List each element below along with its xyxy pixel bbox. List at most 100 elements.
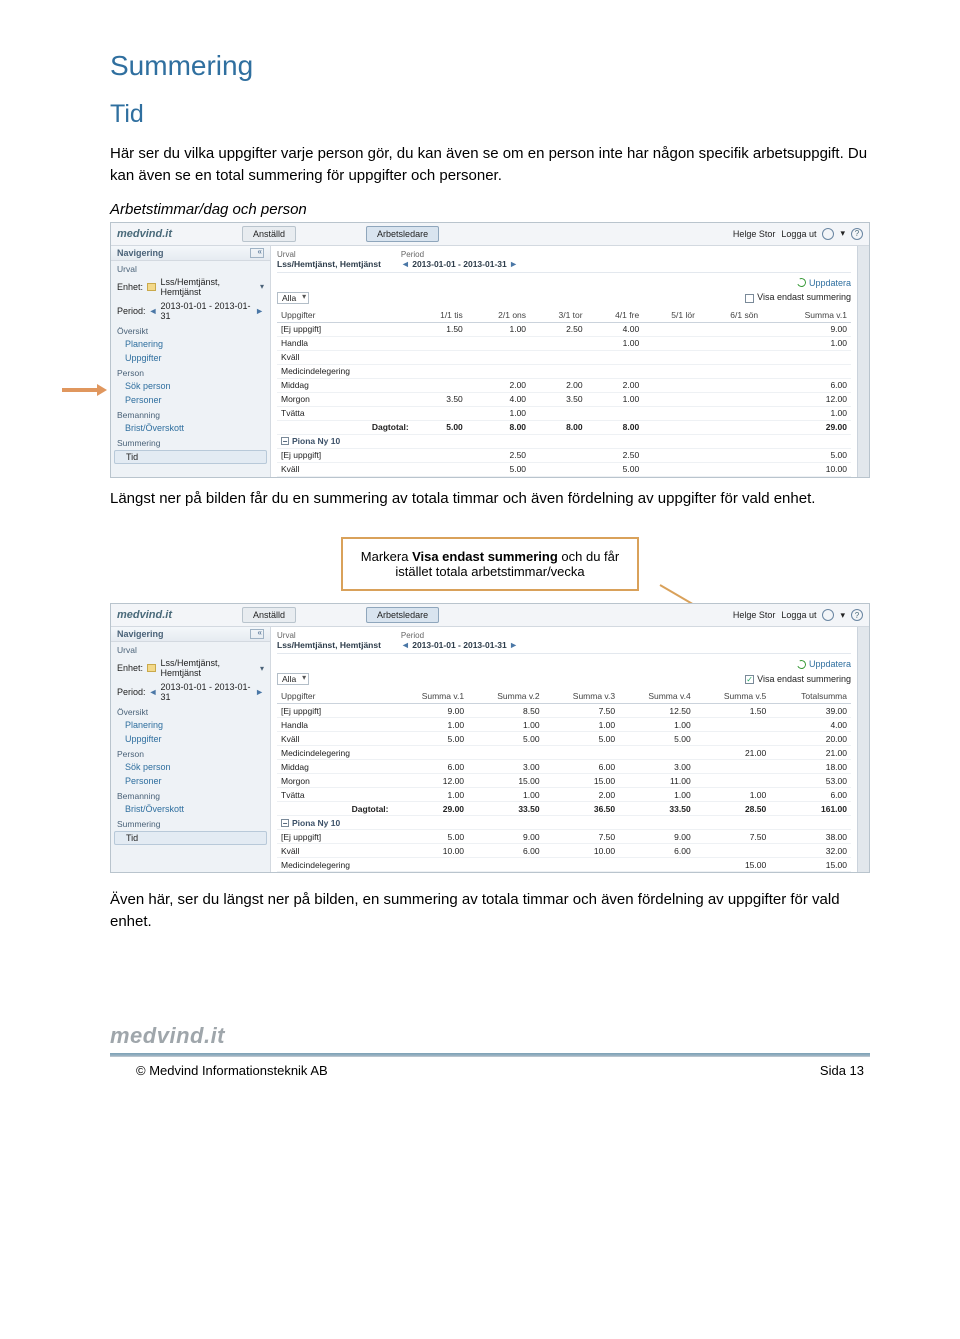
period-value[interactable]: 2013-01-01 - 2013-01-31 — [160, 301, 252, 321]
cell — [587, 364, 644, 378]
collapse-toggle-icon[interactable]: − — [281, 437, 289, 445]
sidebar-item-uppgifter-2[interactable]: Uppgifter — [111, 732, 270, 746]
cell: 9.00 — [762, 322, 851, 336]
sidebar-item-tid[interactable]: Tid — [114, 450, 267, 464]
cell — [643, 392, 699, 406]
checkbox-icon-checked — [745, 675, 754, 684]
data-table-2: UppgifterSumma v.1Summa v.2Summa v.3Summ… — [277, 689, 851, 872]
cell — [413, 406, 467, 420]
update-button-2[interactable]: Uppdatera — [797, 659, 851, 669]
col-header: Totalsumma — [770, 689, 851, 704]
cell — [530, 462, 587, 476]
refresh-icon-2 — [796, 658, 808, 670]
cell: 5.00 — [413, 420, 467, 434]
cell — [643, 448, 699, 462]
sidebar-item-brist[interactable]: Brist/Överskott — [111, 421, 270, 435]
cell: 33.50 — [468, 802, 544, 816]
tab-anstalld-2[interactable]: Anställd — [242, 607, 296, 623]
sidebar-item-uppgifter[interactable]: Uppgifter — [111, 351, 270, 365]
cell — [413, 448, 467, 462]
gear-icon[interactable] — [822, 228, 834, 240]
footer-brand: medvind.it — [110, 1023, 870, 1049]
row-label: [Ej uppgift] — [277, 322, 413, 336]
content-area: UrvalLss/Hemtjänst, Hemtjänst Period◄ 20… — [271, 246, 857, 477]
cell: 15.00 — [770, 858, 851, 872]
col-header: 4/1 fre — [587, 308, 644, 323]
collapse-icon-2[interactable] — [250, 629, 264, 639]
cell: 9.00 — [468, 830, 544, 844]
footer-copyright: © Medvind Informationsteknik AB — [136, 1063, 328, 1078]
tab-arbetsledare[interactable]: Arbetsledare — [366, 226, 439, 242]
filter-select[interactable]: Alla — [277, 292, 309, 304]
cell: 28.50 — [695, 802, 771, 816]
cell — [467, 336, 530, 350]
row-label: [Ej uppgift] — [277, 704, 393, 718]
data-table-1: Uppgifter1/1 tis2/1 ons3/1 tor4/1 fre5/1… — [277, 308, 851, 477]
sidebar-item-planering-2[interactable]: Planering — [111, 718, 270, 732]
next-icon[interactable]: ► — [255, 306, 264, 316]
help-icon-2[interactable]: ? — [851, 609, 863, 621]
cell: 6.00 — [619, 844, 695, 858]
crumb-urval-val: Lss/Hemtjänst, Hemtjänst — [277, 259, 381, 269]
cell — [643, 322, 699, 336]
gear-icon-2[interactable] — [822, 609, 834, 621]
prev-icon-2[interactable]: ◄ — [149, 687, 158, 697]
checkbox-visa-summering[interactable]: Visa endast summering — [745, 292, 851, 302]
cell — [643, 462, 699, 476]
cell: 10.00 — [393, 844, 469, 858]
cell: 15.00 — [544, 774, 620, 788]
cell: 1.00 — [695, 788, 771, 802]
help-icon[interactable]: ? — [851, 228, 863, 240]
collapse-toggle-icon[interactable]: − — [281, 819, 289, 827]
filter-select-2[interactable]: Alla — [277, 673, 309, 685]
crumb-period-label: Period — [401, 250, 518, 259]
footer-page: Sida 13 — [820, 1063, 864, 1078]
cell — [643, 336, 699, 350]
next-period-icon[interactable]: ► — [509, 259, 518, 269]
logout-link-2[interactable]: Logga ut — [781, 610, 816, 620]
collapse-icon[interactable] — [250, 248, 264, 258]
scrollbar-2[interactable] — [857, 627, 869, 872]
sidebar-item-brist-2[interactable]: Brist/Överskott — [111, 802, 270, 816]
row-label: Medicindelegering — [277, 364, 413, 378]
sidebar-item-personer[interactable]: Personer — [111, 393, 270, 407]
cell — [695, 760, 771, 774]
row-label: Kväll — [277, 350, 413, 364]
cell — [762, 350, 851, 364]
sidebar-item-personer-2[interactable]: Personer — [111, 774, 270, 788]
cell — [699, 364, 762, 378]
sidebar-item-tid-2[interactable]: Tid — [114, 831, 267, 845]
checkbox-visa-summering-2[interactable]: Visa endast summering — [745, 674, 851, 684]
cell — [762, 364, 851, 378]
next-icon-2[interactable]: ► — [255, 687, 264, 697]
col-header: Summa v.1 — [762, 308, 851, 323]
crumb-period-val: 2013-01-01 - 2013-01-31 — [412, 259, 507, 269]
cell: 2.00 — [587, 378, 644, 392]
cell: 2.50 — [530, 322, 587, 336]
logout-link[interactable]: Logga ut — [781, 229, 816, 239]
tab-anstalld[interactable]: Anställd — [242, 226, 296, 242]
chevron-down-icon-2[interactable]: ▾ — [260, 664, 264, 673]
prev-period-icon[interactable]: ◄ — [401, 259, 410, 269]
row-label: Handla — [277, 718, 393, 732]
cell — [587, 406, 644, 420]
sidebar-item-sok[interactable]: Sök person — [111, 379, 270, 393]
scrollbar[interactable] — [857, 246, 869, 477]
col-header: Summa v.1 — [393, 689, 469, 704]
cell: 36.50 — [544, 802, 620, 816]
chevron-down-icon[interactable]: ▾ — [260, 282, 264, 291]
update-button[interactable]: Uppdatera — [797, 278, 851, 288]
row-label: Medicindelegering — [277, 858, 393, 872]
sidebar-item-planering[interactable]: Planering — [111, 337, 270, 351]
tab-arbetsledare-2[interactable]: Arbetsledare — [366, 607, 439, 623]
group-header[interactable]: −Piona Ny 10 — [277, 816, 851, 830]
prev-icon[interactable]: ◄ — [149, 306, 158, 316]
cell: 38.00 — [770, 830, 851, 844]
enhet-value[interactable]: Lss/Hemtjänst, Hemtjänst — [160, 277, 256, 297]
checkbox-icon — [745, 294, 754, 303]
next-period-icon-2[interactable]: ► — [509, 640, 518, 650]
cell — [413, 378, 467, 392]
prev-period-icon-2[interactable]: ◄ — [401, 640, 410, 650]
group-header[interactable]: −Piona Ny 10 — [277, 434, 851, 448]
sidebar-item-sok-2[interactable]: Sök person — [111, 760, 270, 774]
